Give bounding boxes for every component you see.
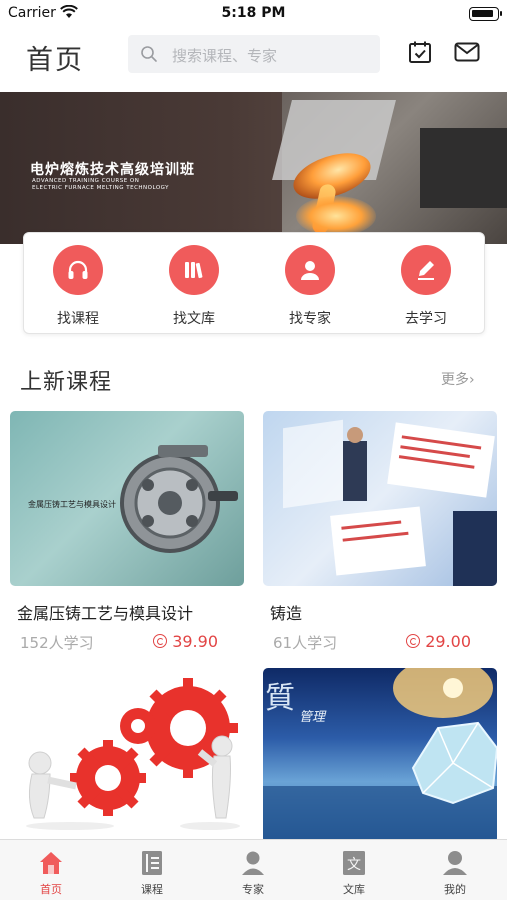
mail-icon[interactable] [454, 42, 480, 66]
quick-nav-label: 找课程 [57, 311, 99, 327]
quick-nav-label: 去学习 [405, 311, 447, 327]
tab-home[interactable]: 首页 [21, 846, 81, 898]
books-icon [185, 262, 203, 279]
battery-icon [469, 7, 502, 21]
status-bar: Carrier 5:18 PM [0, 0, 507, 28]
course-price-value: 29.00 [425, 632, 471, 651]
svg-text:文: 文 [347, 857, 361, 873]
tab-label: 我的 [444, 883, 466, 896]
search-placeholder: 搜索课程、专家 [172, 47, 278, 65]
banner-subtitle-line1: ADVANCED TRAINING COURSE ON [32, 178, 140, 184]
library-icon: 文 [343, 851, 365, 875]
quick-nav-find-library[interactable]: 找文库 [154, 245, 234, 327]
presentation-slides-image [283, 419, 497, 586]
course-title: 铸造 [270, 604, 303, 623]
tab-experts[interactable]: 专家 [223, 846, 283, 898]
course-learners: 61人学习 [273, 634, 338, 652]
course-price-value: 39.90 [172, 632, 218, 651]
gears-image [26, 678, 240, 830]
quick-nav-label: 找文库 [173, 311, 215, 327]
course-card[interactable] [10, 668, 244, 843]
tab-courses[interactable]: 课程 [122, 846, 182, 898]
quick-nav-find-expert[interactable]: 找专家 [270, 245, 350, 327]
course-thumbnail [10, 668, 244, 843]
quick-nav-go-study[interactable]: 去学习 [386, 245, 466, 327]
banner-subtitle-line2: ELECTRIC FURNACE MELTING TECHNOLOGY [32, 185, 170, 191]
course-price: 39.90 [153, 632, 218, 651]
tab-label: 专家 [242, 883, 264, 896]
headphones-icon [68, 260, 88, 279]
section-title: 上新课程 [20, 370, 113, 395]
top-header: 首页 搜索课程、专家 [0, 28, 507, 84]
tab-library[interactable]: 文 文库 [324, 846, 384, 898]
course-learners: 152人学习 [20, 634, 94, 652]
course-icon [142, 851, 162, 875]
quick-nav-label: 找专家 [289, 311, 331, 327]
home-icon [40, 852, 62, 874]
quick-nav-icon-bg [401, 245, 451, 295]
expert-icon [242, 851, 264, 875]
more-link[interactable]: 更多› [441, 369, 475, 389]
course-thumbnail [263, 411, 497, 586]
calendar-check-icon[interactable] [408, 40, 432, 68]
course-card[interactable]: 質 管理 [263, 668, 497, 843]
course-title: 金属压铸工艺与模具设计 [17, 604, 194, 623]
crystal-sea-image: 質 [263, 668, 497, 843]
tab-profile[interactable]: 我的 [425, 846, 485, 898]
coin-icon [153, 634, 168, 648]
svg-text:質: 質 [265, 681, 295, 716]
course-price: 29.00 [406, 632, 471, 651]
coin-icon [406, 634, 421, 648]
course-thumb-caption: 金属压铸工艺与模具设计 [28, 500, 116, 509]
quick-nav-find-course[interactable]: 找课程 [38, 245, 118, 327]
course-thumbnail: 質 [263, 668, 497, 843]
tab-label: 课程 [141, 883, 163, 896]
course-card[interactable]: 金属压铸工艺与模具设计 金属压铸工艺与模具设计 152人学习 39.90 [10, 411, 244, 661]
bottom-tab-bar: 首页 课程 专家 文 文库 我的 [0, 839, 507, 900]
status-time: 5:18 PM [221, 5, 286, 21]
pencil-icon [418, 261, 434, 280]
search-input[interactable]: 搜索课程、专家 [128, 35, 380, 73]
course-thumb-caption: 管理 [299, 710, 326, 725]
quick-nav-icon-bg [53, 245, 103, 295]
banner-title: 电炉熔炼技术高级培训班 [30, 162, 195, 178]
quick-nav-icon-bg [169, 245, 219, 295]
search-icon [140, 45, 158, 67]
banner-furnace-machine [420, 128, 507, 208]
tab-label: 文库 [343, 883, 365, 896]
banner-glow [296, 196, 376, 236]
course-card[interactable]: 铸造 61人学习 29.00 [263, 411, 497, 661]
person-icon [301, 261, 319, 280]
profile-icon [443, 851, 467, 875]
tab-label: 首页 [40, 883, 62, 896]
battery-level [472, 10, 493, 17]
quick-nav-icon-bg [285, 245, 335, 295]
page-title: 首页 [26, 45, 84, 76]
quick-nav-card: 找课程 找文库 找专家 去学习 [23, 232, 485, 334]
